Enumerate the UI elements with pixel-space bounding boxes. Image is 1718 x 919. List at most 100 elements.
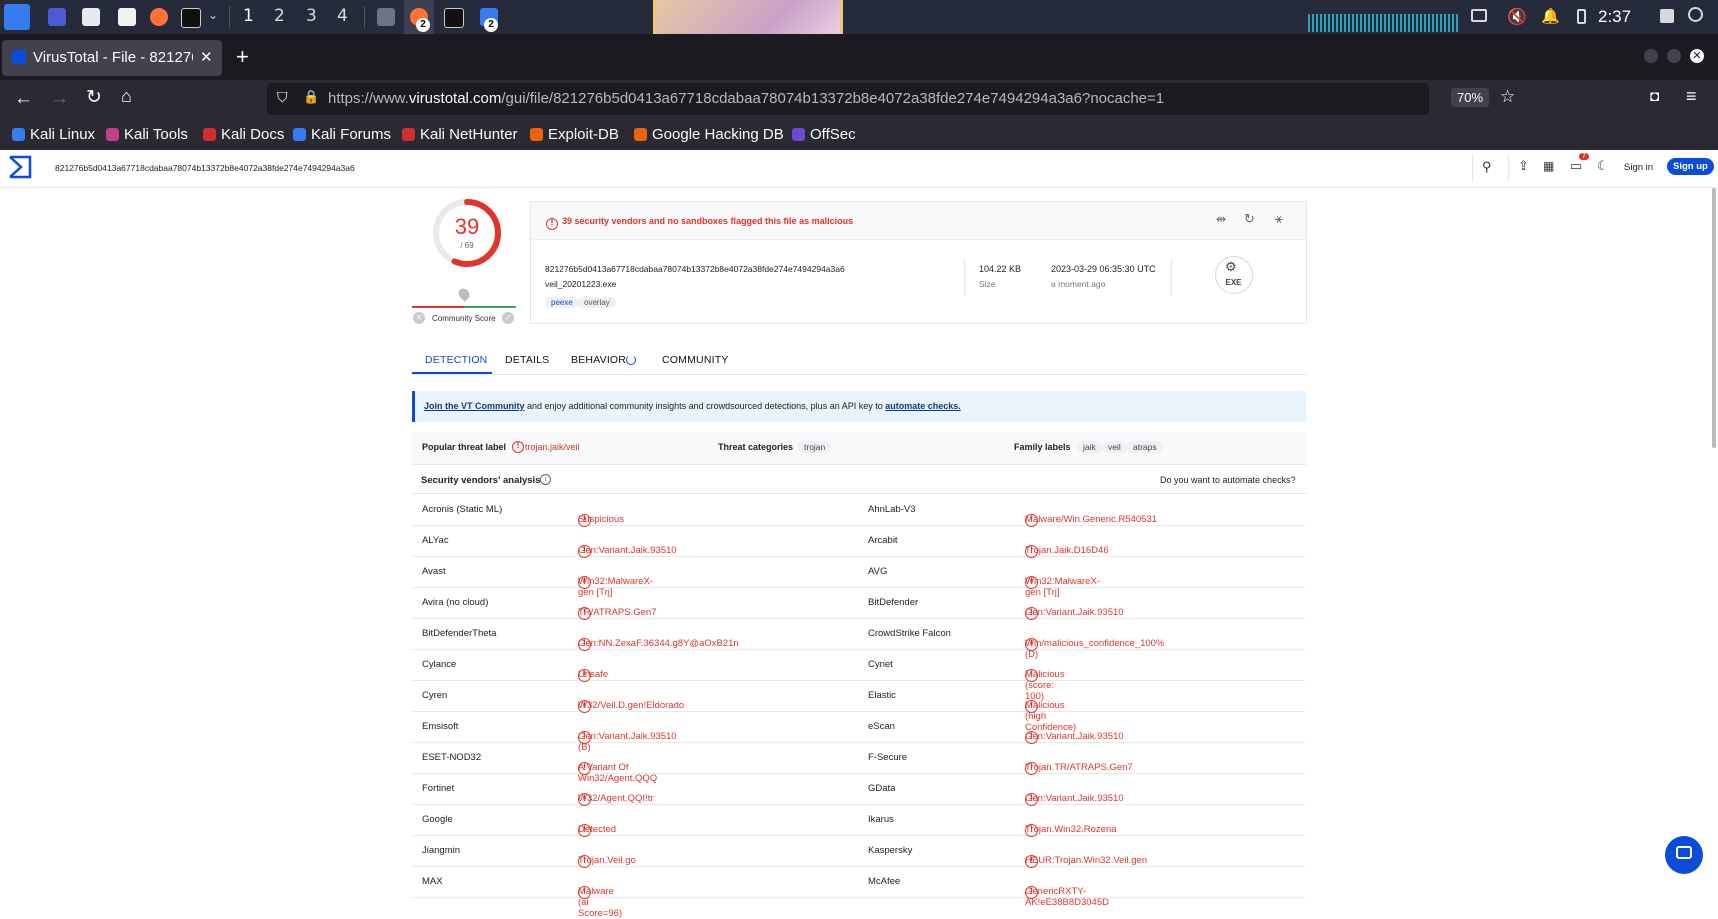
- vendor-name: Elastic: [868, 690, 896, 701]
- bookmark-google-hacking-db[interactable]: Google Hacking DB: [634, 126, 784, 143]
- close-tab-icon[interactable]: ✕: [200, 48, 213, 66]
- bookmark-kali-tools[interactable]: Kali Tools: [106, 126, 188, 143]
- table-row: Fortinet W32/Agent.QQI!tr GData Gen:Vari…: [412, 773, 1305, 806]
- sign-up-button[interactable]: Sign up: [1667, 158, 1714, 175]
- file-manager-icon[interactable]: [82, 8, 100, 26]
- downvote-icon[interactable]: ✕: [413, 312, 425, 324]
- bookmark-kali-nethunter[interactable]: Kali NetHunter: [402, 126, 518, 143]
- compare-icon[interactable]: ⇹: [1216, 212, 1226, 226]
- header-divider: [1508, 154, 1509, 182]
- automate-checks-question[interactable]: Do you want to automate checks?: [1160, 475, 1296, 485]
- bookmark-exploit-db[interactable]: Exploit-DB: [530, 126, 619, 143]
- browser-tab[interactable]: VirusTotal - File - 821276b ✕: [2, 40, 222, 76]
- apps-grid-icon[interactable]: ▦: [1543, 159, 1554, 173]
- card-divider: [964, 258, 965, 296]
- pocket-icon[interactable]: ◘: [1650, 88, 1659, 105]
- kali-menu-icon[interactable]: [4, 4, 30, 30]
- workspace-2[interactable]: 2: [274, 6, 285, 26]
- bookmark-star-icon[interactable]: ☆: [1500, 87, 1515, 107]
- zoom-level[interactable]: 70%: [1451, 88, 1490, 107]
- bookmark-kali-forums[interactable]: Kali Forums: [293, 126, 391, 143]
- text-editor-icon[interactable]: [118, 8, 136, 26]
- terminal-icon[interactable]: [181, 8, 201, 28]
- chevron-down-icon[interactable]: ⌄: [208, 8, 218, 22]
- reload-button[interactable]: ↻: [86, 86, 102, 109]
- file-tag-overlay[interactable]: overlay: [578, 297, 616, 308]
- url-prefix: https://www.: [328, 90, 409, 107]
- header-divider: [1472, 154, 1473, 182]
- file-size: 104.22 KB: [979, 264, 1022, 274]
- vendor-name: Google: [422, 814, 453, 825]
- minimize-button[interactable]: [1644, 49, 1658, 63]
- menu-icon[interactable]: ≡: [1686, 86, 1697, 107]
- file-tag-peexe[interactable]: peexe: [545, 297, 579, 308]
- close-window-button[interactable]: ✕: [1690, 49, 1704, 63]
- bookmark-kali-linux[interactable]: Kali Linux: [12, 126, 95, 143]
- exploit-db-icon: [530, 128, 543, 141]
- kali-icon: [12, 128, 25, 141]
- ghdb-icon: [634, 128, 647, 141]
- family-tag-atraps[interactable]: atraps: [1127, 441, 1163, 453]
- desktop-icon[interactable]: [48, 8, 66, 26]
- power-icon[interactable]: [1688, 7, 1703, 22]
- automate-checks-link[interactable]: automate checks.: [885, 401, 961, 411]
- window-count-badge: 2: [484, 18, 498, 32]
- workspace-1[interactable]: 1: [243, 6, 254, 26]
- file-hash[interactable]: 821276b5d0413a67718cdabaa78074b13372b8e4…: [545, 264, 845, 274]
- graph-icon[interactable]: ⚹: [1275, 211, 1283, 227]
- workspace-3[interactable]: 3: [306, 6, 317, 26]
- home-button[interactable]: ⌂: [121, 86, 132, 107]
- vendor-name: eScan: [868, 721, 895, 732]
- new-tab-button[interactable]: +: [236, 44, 249, 70]
- threat-category-tag[interactable]: trojan: [798, 441, 832, 453]
- back-button[interactable]: ←: [14, 88, 33, 110]
- maximize-button[interactable]: [1667, 49, 1681, 63]
- bookmark-offsec[interactable]: OffSec: [792, 126, 856, 143]
- window-app-icon[interactable]: [377, 8, 395, 26]
- lock-icon[interactable]: [1660, 9, 1674, 23]
- search-icon[interactable]: ⚲: [1482, 159, 1492, 175]
- tab-community[interactable]: COMMUNITY: [662, 354, 729, 366]
- terminal-window-icon[interactable]: [444, 8, 464, 28]
- vendor-name: Cyren: [422, 690, 448, 701]
- alert-icon: [546, 215, 558, 233]
- flag-banner: 39 security vendors and no sandboxes fla…: [531, 202, 1306, 240]
- virustotal-logo[interactable]: [8, 155, 32, 179]
- popular-threat-value[interactable]: trojan.jaik/veil: [525, 442, 580, 452]
- screen-icon[interactable]: [1471, 9, 1487, 22]
- detection-score-ring: 39 / 69: [432, 198, 502, 268]
- upvote-icon[interactable]: ✓: [502, 312, 514, 324]
- url-text[interactable]: https://www.virustotal.com/gui/file/8212…: [328, 90, 1164, 107]
- info-icon[interactable]: i: [540, 474, 551, 485]
- workspace-4[interactable]: 4: [337, 6, 348, 26]
- tab-behavior[interactable]: BEHAVIOR: [571, 354, 626, 366]
- upload-icon[interactable]: ⇪: [1518, 158, 1529, 174]
- mute-icon[interactable]: 🔇: [1507, 7, 1527, 27]
- tab-detection[interactable]: DETECTION: [425, 354, 487, 366]
- bookmark-kali-docs[interactable]: Kali Docs: [203, 126, 284, 143]
- chat-button[interactable]: [1665, 836, 1703, 874]
- battery-icon: [1577, 9, 1586, 24]
- bell-icon[interactable]: 🔔: [1541, 7, 1560, 25]
- taskbar-divider: [364, 6, 365, 28]
- table-row: Avira (no cloud) TR/ATRAPS.Gen7 BitDefen…: [412, 587, 1305, 620]
- cpu-graph: [1308, 14, 1460, 32]
- page-scrollbar[interactable]: [1712, 188, 1716, 448]
- shield-icon[interactable]: ⛉: [277, 89, 288, 106]
- theme-moon-icon[interactable]: ☾: [1597, 158, 1609, 174]
- forward-button[interactable]: →: [50, 88, 69, 110]
- kali-forums-icon: [293, 128, 306, 141]
- notifications-icon[interactable]: ▭: [1570, 158, 1582, 174]
- alert-icon: [512, 440, 524, 453]
- reanalyze-icon[interactable]: ↻: [1244, 211, 1255, 227]
- firefox-icon[interactable]: [150, 8, 168, 26]
- community-score-label: Community Score: [432, 314, 496, 323]
- lock-icon[interactable]: 🔒: [303, 89, 319, 105]
- tab-details[interactable]: DETAILS: [505, 354, 549, 366]
- search-input[interactable]: 821276b5d0413a67718cdabaa78074b13372b8e4…: [55, 163, 355, 173]
- url-bar[interactable]: ⛉ 🔒 https://www.virustotal.com/gui/file/…: [267, 83, 1515, 115]
- family-tag-jaik[interactable]: jaik: [1077, 441, 1102, 453]
- family-tag-veil[interactable]: veil: [1102, 441, 1127, 453]
- join-community-link[interactable]: Join the VT Community: [424, 401, 525, 411]
- sign-in-link[interactable]: Sign in: [1624, 162, 1653, 173]
